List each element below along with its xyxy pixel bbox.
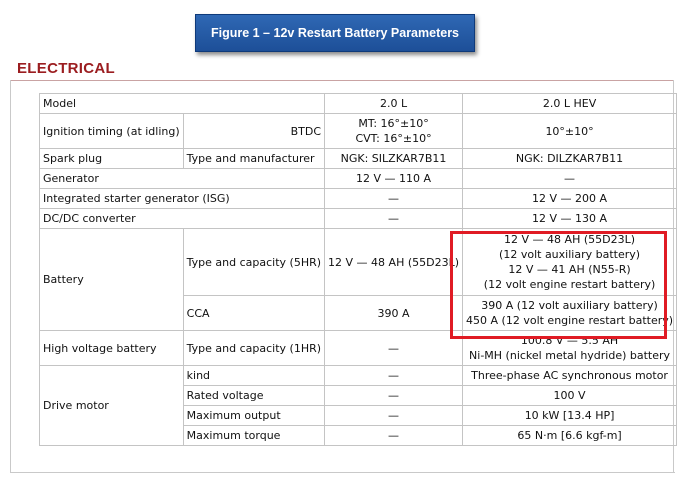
hv-battery-type: Ni-MH (nickel metal hydride) battery bbox=[469, 349, 671, 362]
battery-capacity-hev: 12 V — 48 AH (55D23L) (12 volt auxiliary… bbox=[462, 228, 678, 296]
table-row: High voltage battery Type and capacity (… bbox=[39, 330, 678, 366]
battery-capacity-2l: 12 V — 48 AH (55D23L) bbox=[324, 228, 464, 296]
motor-kind-hev: Three-phase AC synchronous motor bbox=[462, 365, 678, 386]
row-label-spark: Spark plug bbox=[39, 148, 184, 169]
battery-aux-capacity: 12 V — 48 AH (55D23L) bbox=[504, 233, 636, 246]
hv-battery-capacity: 100.8 V — 5.5 AH bbox=[520, 334, 619, 347]
figure-title: Figure 1 – 12v Restart Battery Parameter… bbox=[210, 26, 460, 40]
row-sub-hv-capacity: Type and capacity (1HR) bbox=[182, 330, 326, 366]
electrical-spec-table: Model 2.0 L 2.0 L HEV Ignition timing (a… bbox=[38, 93, 678, 446]
row-sub-max-output: Maximum output bbox=[182, 405, 326, 426]
motor-voltage-2l: — bbox=[324, 385, 464, 406]
row-sub-spark: Type and manufacturer bbox=[182, 148, 326, 169]
row-sub-battery-capacity: Type and capacity (5HR) bbox=[182, 228, 326, 296]
row-sub-btdc: BTDC bbox=[182, 113, 326, 149]
motor-kind-2l: — bbox=[324, 365, 464, 386]
table-row: Integrated starter generator (ISG) — 12 … bbox=[38, 188, 678, 209]
table-row: Drive motor kind — Three-phase AC synchr… bbox=[39, 365, 678, 446]
ignition-cvt: CVT: 16°±10° bbox=[355, 132, 432, 145]
cca-restart: 450 A (12 volt engine restart battery) bbox=[466, 314, 674, 327]
ignition-hev: 10°±10° bbox=[462, 113, 678, 149]
col-header-hev: 2.0 L HEV bbox=[462, 93, 678, 114]
table-row: Generator 12 V — 110 A — bbox=[38, 168, 678, 189]
row-sub-kind: kind bbox=[182, 365, 326, 386]
motor-torque-2l: — bbox=[324, 425, 464, 446]
ignition-2l: MT: 16°±10° CVT: 16°±10° bbox=[324, 113, 464, 149]
hv-battery-2l: — bbox=[324, 330, 464, 366]
row-label-dcdc: DC/DC converter bbox=[38, 208, 326, 229]
cca-2l: 390 A bbox=[324, 295, 464, 331]
cca-hev: 390 A (12 volt auxiliary battery) 450 A … bbox=[462, 295, 678, 331]
battery-restart-note: (12 volt engine restart battery) bbox=[483, 278, 656, 291]
row-label-model: Model bbox=[38, 93, 326, 114]
spark-2l: NGK: SILZKAR7B11 bbox=[324, 148, 464, 169]
row-sub-rated-voltage: Rated voltage bbox=[182, 385, 326, 406]
table-row: Spark plug Type and manufacturer NGK: SI… bbox=[39, 148, 678, 169]
row-sub-max-torque: Maximum torque bbox=[182, 425, 326, 446]
row-label-hv-battery: High voltage battery bbox=[39, 330, 184, 366]
isg-2l: — bbox=[324, 188, 464, 209]
hv-battery-hev: 100.8 V — 5.5 AH Ni-MH (nickel metal hyd… bbox=[462, 330, 678, 366]
figure-title-banner: Figure 1 – 12v Restart Battery Parameter… bbox=[195, 14, 475, 52]
motor-output-2l: — bbox=[324, 405, 464, 426]
row-label-ignition: Ignition timing (at idling) bbox=[39, 113, 184, 149]
generator-2l: 12 V — 110 A bbox=[324, 168, 464, 189]
col-header-2l: 2.0 L bbox=[324, 93, 464, 114]
motor-output-hev: 10 kW [13.4 HP] bbox=[462, 405, 678, 426]
row-label-drive-motor: Drive motor bbox=[39, 365, 184, 446]
row-label-battery: Battery bbox=[39, 228, 184, 331]
section-title: ELECTRICAL bbox=[17, 60, 115, 77]
spark-hev: NGK: DILZKAR7B11 bbox=[462, 148, 678, 169]
motor-torque-hev: 65 N·m [6.6 kgf-m] bbox=[462, 425, 678, 446]
battery-restart-capacity: 12 V — 41 AH (N55-R) bbox=[508, 263, 631, 276]
motor-voltage-hev: 100 V bbox=[462, 385, 678, 406]
table-row: DC/DC converter — 12 V — 130 A bbox=[38, 208, 678, 229]
row-label-isg: Integrated starter generator (ISG) bbox=[38, 188, 326, 209]
battery-aux-note: (12 volt auxiliary battery) bbox=[499, 248, 641, 261]
isg-hev: 12 V — 200 A bbox=[462, 188, 678, 209]
table-row: Ignition timing (at idling) BTDC MT: 16°… bbox=[39, 113, 678, 149]
table-row: Model 2.0 L 2.0 L HEV bbox=[38, 93, 678, 114]
dcdc-2l: — bbox=[324, 208, 464, 229]
generator-hev: — bbox=[462, 168, 678, 189]
dcdc-hev: 12 V — 130 A bbox=[462, 208, 678, 229]
table-row: Battery Type and capacity (5HR) 12 V — 4… bbox=[39, 228, 678, 331]
ignition-mt: MT: 16°±10° bbox=[358, 117, 429, 130]
row-sub-cca: CCA bbox=[182, 295, 326, 331]
row-label-generator: Generator bbox=[38, 168, 326, 189]
cca-aux: 390 A (12 volt auxiliary battery) bbox=[481, 299, 658, 312]
